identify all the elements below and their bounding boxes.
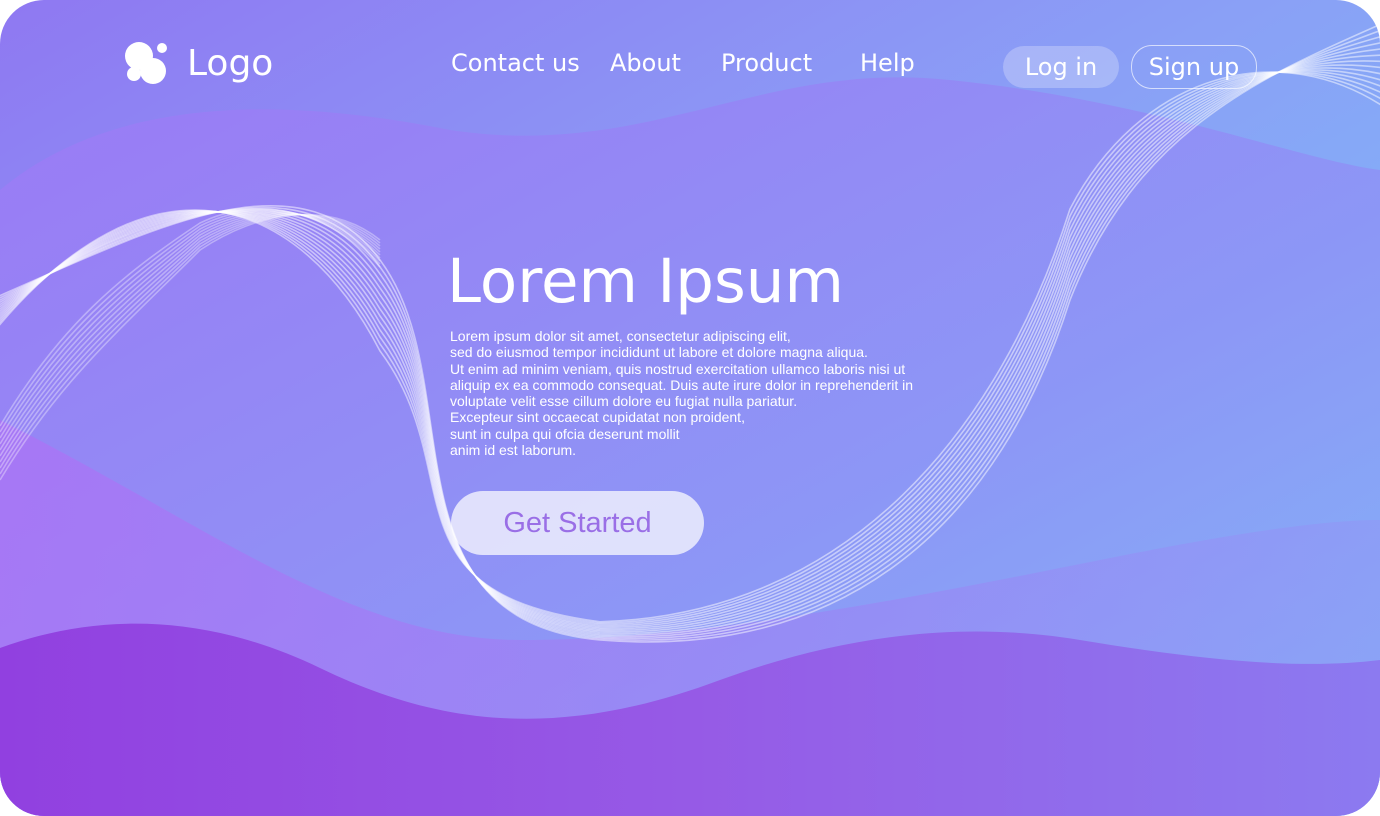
logo-text: Logo <box>187 43 274 84</box>
landing-page: Logo Contact us About Product Help Log i… <box>0 0 1380 816</box>
nav-link-about[interactable]: About <box>610 47 681 79</box>
signup-button[interactable]: Sign up <box>1131 45 1257 89</box>
hero-body-line: sed do eiusmod tempor incididunt ut labo… <box>450 344 868 361</box>
login-button[interactable]: Log in <box>1003 46 1119 88</box>
hero-body: Lorem ipsum dolor sit amet, consectetur … <box>450 328 950 458</box>
hero-body-line: Lorem ipsum dolor sit amet, consectetur … <box>450 328 791 344</box>
get-started-button[interactable]: Get Started <box>451 491 704 555</box>
hero-body-line: sunt in culpa qui ofcia deserunt mollit <box>450 425 680 442</box>
hero-body-line: voluptate velit esse cillum dolore eu fu… <box>450 393 798 410</box>
hero-title: Lorem Ipsum <box>447 246 844 317</box>
hero-body-line: aliquip ex ea commodo consequat. Duis au… <box>450 376 914 393</box>
nav-link-help[interactable]: Help <box>860 47 915 79</box>
logo[interactable]: Logo <box>122 40 273 88</box>
hero-body-line: Ut enim ad minim veniam, quis nostrud ex… <box>450 360 906 377</box>
hero-body-line: Excepteur sint occaecat cupidatat non pr… <box>450 409 745 426</box>
hero-body-line: anim id est laborum. <box>450 442 577 459</box>
bubbles-logo-icon <box>125 42 167 84</box>
nav-link-product[interactable]: Product <box>721 47 812 79</box>
nav-link-contact-us[interactable]: Contact us <box>451 47 580 79</box>
